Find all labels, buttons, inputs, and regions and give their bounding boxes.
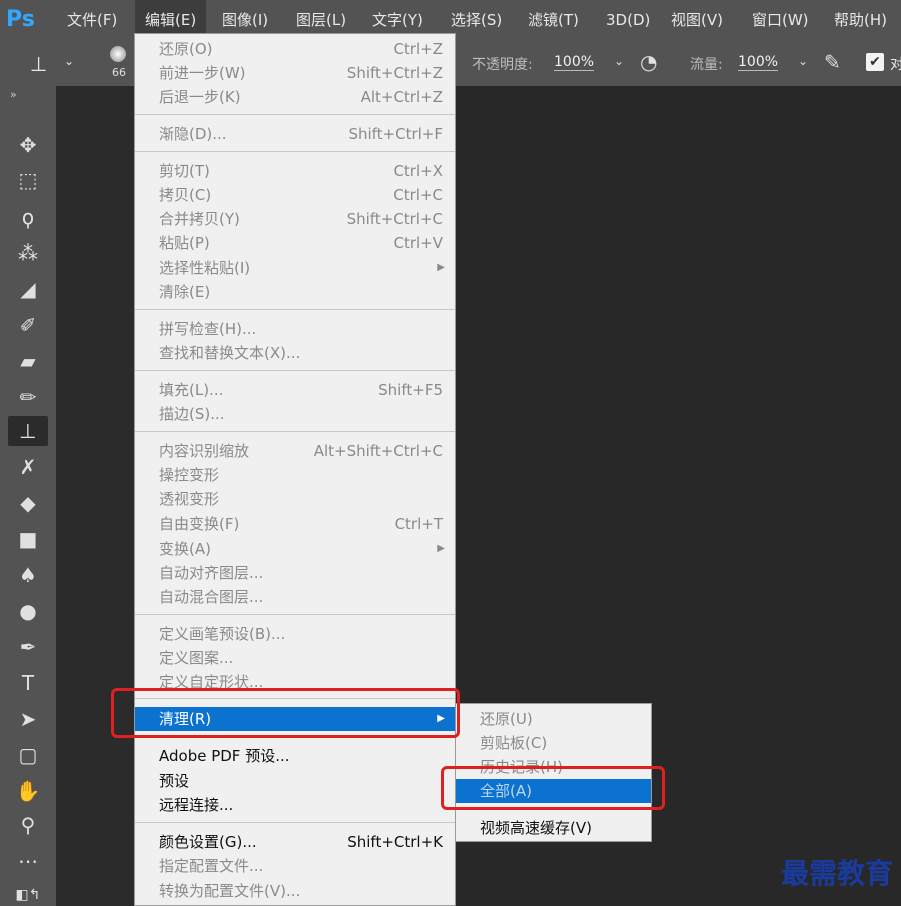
menu-item-adobe-pdf-presets[interactable]: Adobe PDF 预设...	[135, 744, 455, 768]
menu-separator	[135, 309, 455, 310]
menu-separator	[135, 431, 455, 432]
airbrush-icon[interactable]: ✎	[824, 50, 841, 74]
pressure-opacity-icon[interactable]: ◔	[640, 50, 657, 74]
menu-item-auto-blend-layers[interactable]: 自动混合图层...	[135, 585, 455, 609]
menu-item-transform[interactable]: 变换(A) ▶	[135, 537, 455, 561]
menu-item-step-forward[interactable]: 前进一步(W) Shift+Ctrl+Z	[135, 61, 455, 85]
crop-tool-icon[interactable]: ◢	[8, 274, 48, 304]
opacity-label: 不透明度:	[472, 57, 533, 73]
watermark: 最需教育	[780, 857, 893, 890]
menu-separator	[135, 370, 455, 371]
submenu-arrow-icon: ▶	[437, 543, 445, 554]
highlight-box	[441, 766, 665, 810]
purge-undo[interactable]: 还原(U)	[456, 707, 651, 731]
menu-item-perspective-warp[interactable]: 透视变形	[135, 487, 455, 511]
lasso-tool-icon[interactable]: ϙ	[8, 202, 48, 232]
healing-brush-icon[interactable]: ▰	[8, 346, 48, 376]
panel-gap	[56, 86, 134, 906]
aligned-label: 对	[890, 57, 901, 73]
flow-value[interactable]: 100%	[738, 54, 779, 71]
menu-item-stroke[interactable]: 描边(S)...	[135, 402, 455, 426]
aligned-checkbox[interactable]: ✔	[866, 53, 884, 71]
menu-file[interactable]: 文件(F)	[67, 0, 117, 40]
menu-item-define-brush[interactable]: 定义画笔预设(B)...	[135, 622, 455, 646]
menu-separator	[135, 151, 455, 152]
menu-3d[interactable]: 3D(D)	[606, 0, 650, 40]
highlight-box	[111, 688, 460, 738]
chevron-down-icon[interactable]: ⌄	[64, 54, 74, 68]
opacity-value[interactable]: 100%	[554, 54, 595, 71]
menu-item-cut[interactable]: 剪切(T) Ctrl+X	[135, 159, 455, 183]
eyedropper-icon[interactable]: ✐	[8, 310, 48, 340]
menu-item-fade[interactable]: 渐隐(D)... Shift+Ctrl+F	[135, 122, 455, 146]
brush-size: 66	[112, 66, 126, 79]
collapse-icon[interactable]: »	[10, 88, 17, 101]
blur-tool-icon[interactable]: ♠	[8, 560, 48, 590]
brush-preview-icon[interactable]	[110, 46, 126, 62]
more-tools-icon[interactable]: ⋯	[8, 846, 48, 876]
menu-item-fill[interactable]: 填充(L)... Shift+F5	[135, 378, 455, 402]
menu-item-copy-merged[interactable]: 合并拷贝(Y) Shift+Ctrl+C	[135, 207, 455, 231]
purge-video-cache[interactable]: 视频高速缓存(V)	[456, 816, 651, 840]
menu-item-content-aware-scale[interactable]: 内容识别缩放 Alt+Shift+Ctrl+C	[135, 439, 455, 463]
dodge-tool-icon[interactable]: ●	[8, 596, 48, 626]
menu-item-convert-profile[interactable]: 转换为配置文件(V)...	[135, 879, 455, 903]
shape-tool-icon[interactable]: ▢	[8, 740, 48, 770]
menu-select[interactable]: 选择(S)	[451, 0, 502, 40]
menu-item-find-replace[interactable]: 查找和替换文本(X)...	[135, 341, 455, 365]
type-tool-icon[interactable]: T	[8, 668, 48, 698]
menu-item-copy[interactable]: 拷贝(C) Ctrl+C	[135, 183, 455, 207]
menu-window[interactable]: 窗口(W)	[752, 0, 809, 40]
hand-tool-icon[interactable]: ✋	[8, 776, 48, 806]
menu-item-step-backward[interactable]: 后退一步(K) Alt+Ctrl+Z	[135, 85, 455, 109]
eraser-icon[interactable]: ◆	[8, 488, 48, 518]
menu-filter[interactable]: 滤镜(T)	[528, 0, 579, 40]
menu-separator	[135, 822, 455, 823]
menu-item-puppet-warp[interactable]: 操控变形	[135, 463, 455, 487]
zoom-tool-icon[interactable]: ⚲	[8, 810, 48, 840]
move-tool-icon[interactable]: ✥	[8, 130, 48, 160]
submenu-arrow-icon: ▶	[437, 262, 445, 273]
path-selection-icon[interactable]: ➤	[8, 704, 48, 734]
menu-item-undo[interactable]: 还原(O) Ctrl+Z	[135, 37, 455, 61]
clone-stamp-icon[interactable]: ⊥	[30, 52, 47, 76]
history-brush-icon[interactable]: ✗	[8, 452, 48, 482]
tool-panel: » ✥ ⬚ ϙ ⁂ ◢ ✐ ▰ ✏ ⊥ ✗ ◆ ■ ♠ ● ✒ T ➤ ▢ ✋ …	[0, 86, 56, 906]
menu-item-color-settings[interactable]: 颜色设置(G)... Shift+Ctrl+K	[135, 830, 455, 854]
marquee-tool-icon[interactable]: ⬚	[8, 165, 48, 195]
opacity-dropdown-icon[interactable]: ⌄	[614, 54, 624, 68]
flow-label: 流量:	[690, 57, 723, 73]
menu-item-assign-profile[interactable]: 指定配置文件...	[135, 854, 455, 878]
brush-tool-icon[interactable]: ✏	[8, 382, 48, 412]
photoshop-logo: Ps	[6, 7, 35, 32]
menu-item-paste-special[interactable]: 选择性粘贴(I) ▶	[135, 256, 455, 280]
flow-dropdown-icon[interactable]: ⌄	[798, 54, 808, 68]
menu-item-clear[interactable]: 清除(E)	[135, 280, 455, 304]
menu-item-spell-check[interactable]: 拼写检查(H)...	[135, 317, 455, 341]
clone-stamp-tool-icon[interactable]: ⊥	[8, 416, 48, 446]
menu-item-paste[interactable]: 粘贴(P) Ctrl+V	[135, 231, 455, 255]
menu-separator	[135, 614, 455, 615]
edit-menu: 还原(O) Ctrl+Z 前进一步(W) Shift+Ctrl+Z 后退一步(K) A…	[134, 33, 456, 906]
menu-item-remote-connections[interactable]: 远程连接...	[135, 793, 455, 817]
menu-item-free-transform[interactable]: 自由变换(F) Ctrl+T	[135, 512, 455, 536]
color-swatch-icon[interactable]: ◧↰	[8, 880, 48, 906]
gradient-tool-icon[interactable]: ■	[8, 524, 48, 554]
menu-item-define-pattern[interactable]: 定义图案...	[135, 646, 455, 670]
menu-item-presets[interactable]: 预设	[135, 769, 455, 793]
menu-item-auto-align-layers[interactable]: 自动对齐图层...	[135, 561, 455, 585]
menu-separator	[135, 114, 455, 115]
menu-help[interactable]: 帮助(H)	[834, 0, 887, 40]
purge-clipboard[interactable]: 剪贴板(C)	[456, 731, 651, 755]
menu-view[interactable]: 视图(V)	[671, 0, 723, 40]
magic-wand-icon[interactable]: ⁂	[8, 238, 48, 268]
pen-tool-icon[interactable]: ✒	[8, 632, 48, 662]
